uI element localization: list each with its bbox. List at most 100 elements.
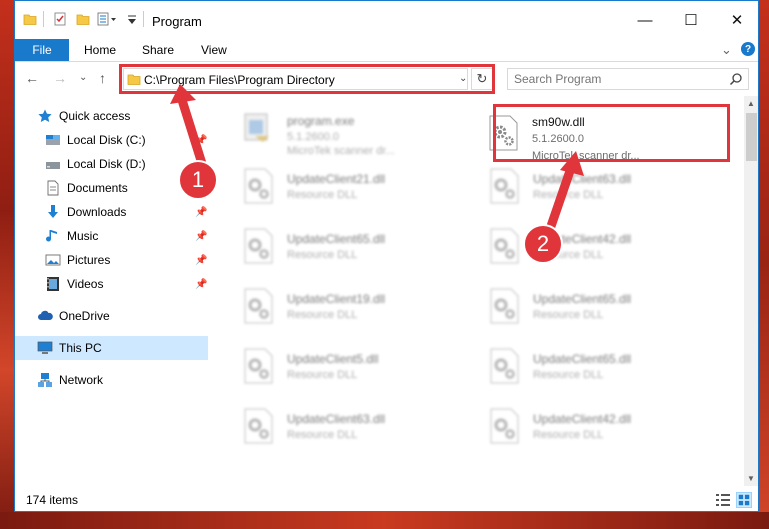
drive-icon xyxy=(46,135,60,145)
dll-file-icon xyxy=(490,348,519,384)
sidebar-item-label: Videos xyxy=(67,277,104,291)
file-name: UpdateClient65.dll xyxy=(533,352,632,366)
pin-icon: 📌 xyxy=(195,254,208,266)
file-name: UpdateClient65.dll xyxy=(287,232,386,246)
folder-icon xyxy=(23,14,37,25)
sidebar-item-videos[interactable]: Videos 📌 xyxy=(15,272,208,296)
scrollbar-thumb[interactable] xyxy=(746,113,757,161)
file-type: Resource DLL xyxy=(533,309,604,321)
sidebar-item-label: Documents xyxy=(67,181,128,195)
close-icon: ✕ xyxy=(730,12,744,29)
file-name: program.exe xyxy=(287,114,355,128)
file-version: 5.1.2600.0 xyxy=(287,131,339,143)
desktop-background-left xyxy=(0,0,14,529)
sidebar-item-music[interactable]: Music 📌 xyxy=(15,224,208,248)
search-input[interactable] xyxy=(514,72,714,86)
window-title: Program xyxy=(152,14,202,29)
file-type: Resource DLL xyxy=(287,249,358,261)
details-view-icon[interactable] xyxy=(715,492,731,508)
file-name: UpdateClient21.dll xyxy=(287,172,386,186)
sidebar-item-quick-access[interactable]: Quick access xyxy=(15,104,208,128)
tiles-view-icon[interactable] xyxy=(736,492,752,508)
properties-icon[interactable] xyxy=(53,12,67,26)
pin-icon: 📌 xyxy=(195,278,208,290)
up-button[interactable]: ↑ xyxy=(99,70,106,86)
sidebar-item-label: This PC xyxy=(59,341,102,355)
sidebar-item-downloads[interactable]: Downloads 📌 xyxy=(15,200,208,224)
file-highlight-box xyxy=(493,104,730,162)
file-name: UpdateClient65.dll xyxy=(533,292,632,306)
pictures-icon xyxy=(45,254,61,266)
file-item[interactable]: UpdateClient65.dll Resource DLL xyxy=(487,340,722,392)
expand-ribbon-icon[interactable]: ⌄ xyxy=(721,42,732,58)
file-item[interactable]: UpdateClient63.dll Resource DLL xyxy=(487,160,722,212)
documents-icon xyxy=(47,180,59,196)
scroll-down-icon[interactable]: ▼ xyxy=(747,474,755,483)
music-icon xyxy=(46,230,57,242)
dll-file-icon xyxy=(490,228,519,264)
tab-file[interactable]: File xyxy=(15,39,69,61)
file-type: Resource DLL xyxy=(533,369,604,381)
address-highlight-box xyxy=(119,64,495,94)
file-item-program-exe[interactable]: program.exe 5.1.2600.0 MicroTek scanner … xyxy=(241,102,476,157)
dll-file-icon xyxy=(244,228,273,264)
download-icon xyxy=(48,205,58,218)
sidebar-item-label: OneDrive xyxy=(59,309,110,323)
minimize-button[interactable]: — xyxy=(622,1,668,39)
scroll-up-icon[interactable]: ▲ xyxy=(747,99,755,108)
sidebar-item-network[interactable]: Network xyxy=(15,368,208,392)
file-name: UpdateClient63.dll xyxy=(533,172,632,186)
exe-file-icon xyxy=(244,113,269,142)
sidebar-item-label: Pictures xyxy=(67,253,111,267)
file-name: UpdateClient42.dll xyxy=(533,412,632,426)
maximize-button[interactable]: ☐ xyxy=(668,1,714,39)
sidebar-item-this-pc[interactable]: This PC xyxy=(15,336,208,360)
sidebar-item-onedrive[interactable]: OneDrive xyxy=(15,304,208,328)
file-item[interactable]: UpdateClient65.dll Resource DLL xyxy=(241,220,476,272)
status-bar: 174 items xyxy=(15,489,758,511)
tab-home[interactable]: Home xyxy=(84,43,116,57)
sidebar-item-label: Music xyxy=(67,229,99,243)
step-2-badge: 2 xyxy=(523,224,563,264)
vertical-scrollbar[interactable]: ▲ ▼ xyxy=(744,96,758,486)
file-item[interactable]: UpdateClient21.dll Resource DLL xyxy=(241,160,476,212)
dll-file-icon xyxy=(244,348,273,384)
recent-locations-button[interactable]: ⌄ xyxy=(79,72,87,83)
network-icon xyxy=(38,373,52,387)
file-item[interactable]: UpdateClient65.dll Resource DLL xyxy=(487,280,722,332)
sidebar-item-pictures[interactable]: Pictures 📌 xyxy=(15,248,208,272)
ribbon-tabs: File Home Share View ⌄ ? xyxy=(15,39,758,62)
star-icon xyxy=(38,109,52,122)
customize-icon[interactable] xyxy=(97,12,117,26)
customize-dropdown-icon[interactable] xyxy=(127,14,137,26)
sidebar-item-label: Quick access xyxy=(59,109,131,123)
file-item[interactable]: UpdateClient19.dll Resource DLL xyxy=(241,280,476,332)
close-button[interactable]: ✕ xyxy=(714,1,758,39)
file-item[interactable]: UpdateClient5.dll Resource DLL xyxy=(241,340,476,392)
file-type: Resource DLL xyxy=(533,429,604,441)
file-item[interactable]: UpdateClient42.dll Resource DLL xyxy=(487,400,722,452)
back-button[interactable]: ← xyxy=(25,70,39,86)
desktop-background-right xyxy=(759,0,769,529)
forward-button[interactable]: → xyxy=(53,70,67,86)
tab-share[interactable]: Share xyxy=(142,43,174,57)
step-1-badge: 1 xyxy=(178,160,218,200)
dll-file-icon xyxy=(244,288,273,324)
dll-file-icon xyxy=(490,168,519,204)
sidebar-item-local-disk-c[interactable]: Local Disk (C:) 📌 xyxy=(15,128,208,152)
new-folder-icon[interactable] xyxy=(76,12,90,26)
maximize-icon: ☐ xyxy=(684,12,698,29)
desktop-background-bottom xyxy=(0,512,769,529)
videos-icon xyxy=(47,277,59,291)
help-icon[interactable]: ? xyxy=(741,42,755,56)
dll-file-icon xyxy=(244,168,273,204)
sidebar-item-label: Network xyxy=(59,373,104,387)
search-box[interactable] xyxy=(507,68,749,90)
file-description: MicroTek scanner dr... xyxy=(287,145,395,157)
explorer-window: Program — ☐ ✕ File Home Share View ⌄ ? ←… xyxy=(14,0,759,512)
file-item[interactable]: UpdateClient63.dll Resource DLL xyxy=(241,400,476,452)
search-icon[interactable] xyxy=(729,72,743,86)
file-type: Resource DLL xyxy=(533,189,604,201)
tab-view[interactable]: View xyxy=(201,43,227,57)
dll-file-icon xyxy=(490,408,519,444)
